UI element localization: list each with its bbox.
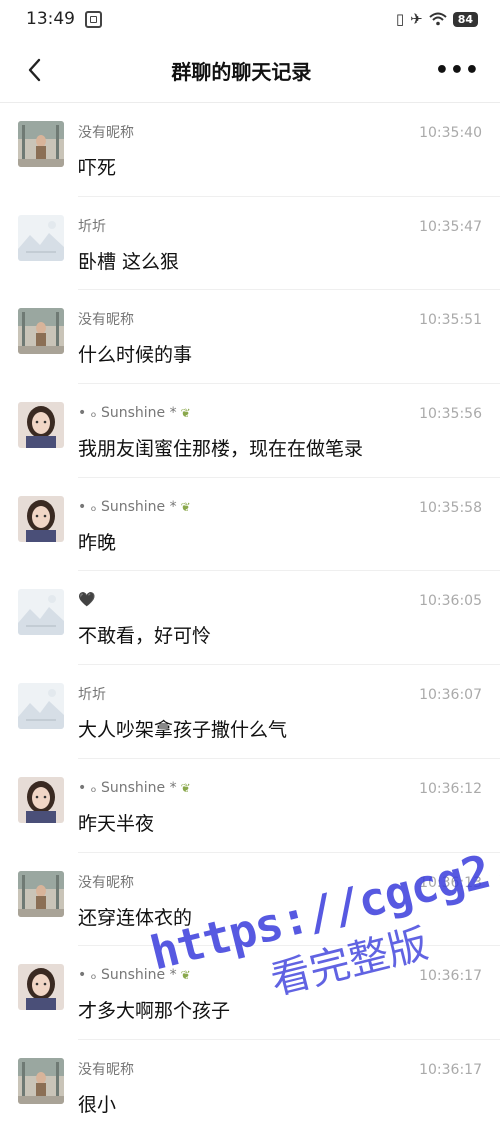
- avatar[interactable]: [18, 776, 64, 823]
- sender-name-text: 没有昵称: [78, 1061, 134, 1078]
- message-text: 什么时候的事: [78, 344, 193, 367]
- avatar[interactable]: [18, 495, 64, 542]
- leaf-icon: ❦: [180, 968, 191, 983]
- avatar[interactable]: [18, 589, 64, 636]
- avatar[interactable]: [18, 308, 64, 355]
- app-notification-icon: [85, 10, 102, 28]
- message-content: • ₒ Sunshine * ❦ 10:36:12 昨天半夜: [78, 759, 500, 853]
- nav-bar: 群聊的聊天记录 •••: [0, 38, 500, 103]
- message-text: 卧槽 这么狠: [78, 250, 180, 273]
- message-content: 没有昵称 10:35:40 吓死: [78, 103, 500, 197]
- status-time: 13:49: [26, 9, 75, 29]
- leaf-icon: ❦: [180, 406, 191, 421]
- chat-message[interactable]: 圻圻 10:35:47 卧槽 这么狠: [0, 197, 500, 291]
- sender-name-text: • ₒ Sunshine *: [78, 967, 177, 984]
- message-time: 10:36:07: [419, 687, 482, 704]
- message-text: 才多大啊那个孩子: [78, 1000, 231, 1023]
- page-title: 群聊的聊天记录: [171, 59, 312, 84]
- sender-name-text: • ₒ Sunshine *: [78, 779, 177, 796]
- avatar[interactable]: [18, 870, 64, 917]
- chat-message[interactable]: • ₒ Sunshine * ❦ 10:35:56 我朋友闺蜜住那楼，现在在做笔录: [0, 384, 500, 478]
- avatar[interactable]: [18, 402, 64, 449]
- message-content: • ₒ Sunshine * ❦ 10:35:56 我朋友闺蜜住那楼，现在在做笔录: [78, 384, 500, 478]
- message-content: 🖤 10:36:05 不敢看，好可怜: [78, 571, 500, 666]
- message-text: 大人吵架拿孩子撒什么气: [78, 719, 288, 742]
- sender-name-text: 圻圻: [78, 218, 106, 235]
- message-content: 没有昵称 10:36:13 还穿连体衣的: [78, 853, 500, 947]
- back-button[interactable]: [20, 56, 48, 84]
- message-content: 没有昵称 10:36:17 很小: [78, 1040, 500, 1134]
- leaf-icon: ❦: [180, 499, 191, 514]
- chat-message[interactable]: 没有昵称 10:36:13 还穿连体衣的: [0, 853, 500, 947]
- message-time: 10:36:17: [419, 1061, 482, 1078]
- message-text: 昨晚: [78, 531, 117, 554]
- message-time: 10:36:17: [419, 968, 482, 985]
- leaf-icon: ❦: [180, 780, 191, 795]
- vibrate-icon: ▯: [395, 10, 405, 28]
- message-content: • ₒ Sunshine * ❦ 10:36:17 才多大啊那个孩子: [78, 946, 500, 1040]
- avatar[interactable]: [18, 683, 64, 730]
- sender-name-text: 没有昵称: [78, 125, 134, 141]
- chat-message[interactable]: 圻圻 10:36:07 大人吵架拿孩子撒什么气: [0, 665, 500, 759]
- message-text: 昨天半夜: [78, 812, 155, 835]
- battery-indicator: 84: [452, 11, 478, 27]
- more-options-button[interactable]: •••: [435, 58, 480, 83]
- message-content: • ₒ Sunshine * ❦ 10:35:58 昨晚: [78, 478, 500, 572]
- chat-record-list[interactable]: 没有昵称 10:35:40 吓死 圻圻 10:35:47 卧槽 这么狠 没有昵称 10:35:…: [0, 103, 500, 1134]
- sender-name-text: 🖤: [78, 592, 96, 609]
- message-time: 10:35:56: [419, 406, 482, 423]
- chat-message[interactable]: 没有昵称 10:36:17 很小: [0, 1040, 500, 1134]
- message-time: 10:35:40: [419, 125, 482, 141]
- avatar[interactable]: [18, 214, 64, 261]
- airplane-icon: ✈: [410, 10, 423, 28]
- status-bar: 13:49 ▯ ✈ 84: [0, 0, 500, 38]
- wifi-icon: [429, 12, 447, 26]
- avatar[interactable]: [18, 121, 64, 167]
- message-time: 10:35:51: [419, 312, 482, 329]
- sender-name-text: 没有昵称: [78, 874, 134, 891]
- message-text: 吓死: [78, 157, 117, 179]
- message-text: 还穿连体衣的: [78, 906, 193, 929]
- message-content: 没有昵称 10:35:51 什么时候的事: [78, 290, 500, 385]
- message-time: 10:36:13: [419, 874, 482, 891]
- status-left: 13:49: [26, 9, 102, 29]
- message-time: 10:35:58: [419, 499, 482, 516]
- sender-name-text: 圻圻: [78, 687, 106, 704]
- message-content: 圻圻 10:36:07 大人吵架拿孩子撒什么气: [78, 665, 500, 759]
- sender-name-text: • ₒ Sunshine *: [78, 405, 177, 422]
- avatar[interactable]: [18, 1057, 64, 1104]
- message-time: 10:36:05: [419, 593, 482, 610]
- message-time: 10:35:47: [419, 218, 482, 235]
- message-text: 不敢看，好可怜: [78, 625, 212, 648]
- chat-message[interactable]: 没有昵称 10:35:40 吓死: [0, 103, 500, 197]
- status-right: ▯ ✈ 84: [396, 10, 478, 28]
- sender-name-text: • ₒ Sunshine *: [78, 498, 177, 515]
- sender-name-text: 没有昵称: [78, 312, 134, 329]
- message-content: 圻圻 10:35:47 卧槽 这么狠: [78, 197, 500, 291]
- chat-message[interactable]: 🖤 10:36:05 不敢看，好可怜: [0, 571, 500, 666]
- avatar[interactable]: [18, 964, 64, 1011]
- message-text: 很小: [78, 1093, 117, 1116]
- message-text: 我朋友闺蜜住那楼，现在在做笔录: [78, 438, 364, 461]
- chat-message[interactable]: • ₒ Sunshine * ❦ 10:36:17 才多大啊那个孩子: [0, 946, 500, 1040]
- chevron-left-icon: [28, 58, 41, 82]
- chat-message[interactable]: • ₒ Sunshine * ❦ 10:35:58 昨晚: [0, 478, 500, 572]
- message-time: 10:36:12: [419, 780, 482, 797]
- chat-message[interactable]: • ₒ Sunshine * ❦ 10:36:12 昨天半夜: [0, 759, 500, 853]
- chat-message[interactable]: 没有昵称 10:35:51 什么时候的事: [0, 290, 500, 385]
